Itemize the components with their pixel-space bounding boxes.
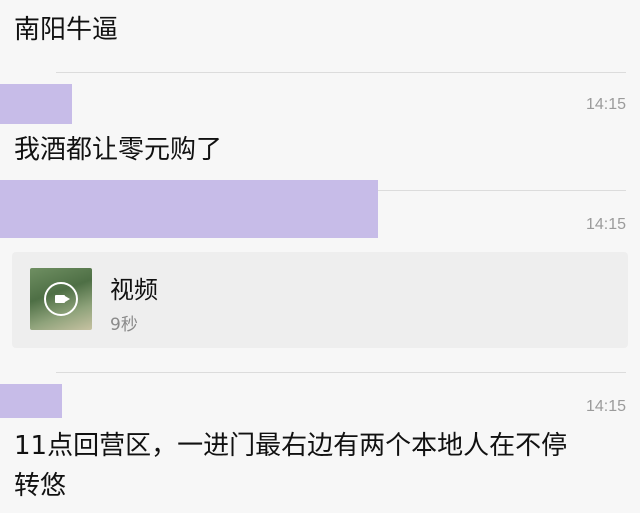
video-duration: 9秒 [110,315,138,335]
video-thumbnail[interactable] [30,268,92,330]
video-camera-icon [55,295,70,303]
video-message-card[interactable]: 视频 9秒 [12,252,628,348]
message-timestamp: 14:15 [585,398,626,415]
video-play-button[interactable] [44,282,78,316]
message-text: 我酒都让零元购了 [14,135,223,165]
redacted-sender-name [0,84,72,124]
video-label: 视频 [110,276,158,304]
message-timestamp: 14:15 [585,96,626,113]
message-text: 南阳牛逼 [14,15,119,45]
redacted-sender-name [0,180,378,238]
message-text-continued: 转悠 [14,471,67,501]
message-timestamp: 14:15 [585,216,626,233]
redacted-sender-name [0,384,62,418]
message-text: 11点回营区，一进门最右边有两个本地人在不停 [14,431,568,461]
message-divider [56,372,626,373]
message-divider [56,72,626,73]
